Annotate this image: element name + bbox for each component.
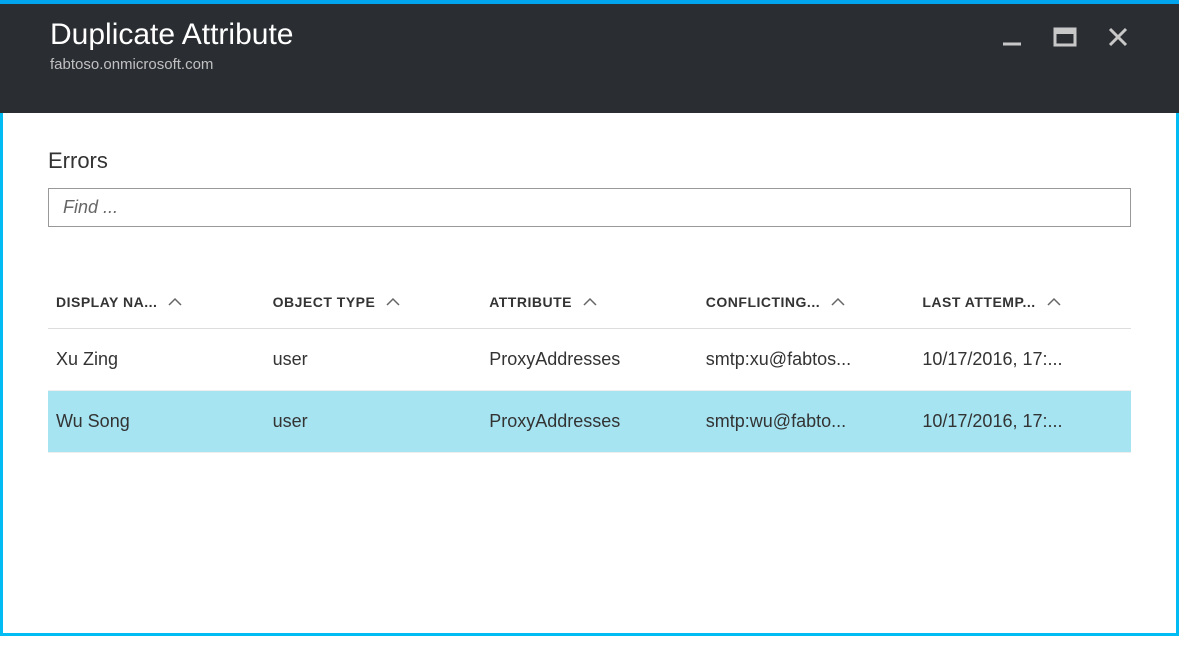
search-input[interactable] [48,188,1131,227]
column-header-last-attempt[interactable]: LAST ATTEMP... [922,294,1123,310]
column-label: CONFLICTING... [706,294,820,310]
page-subtitle: fabtoso.onmicrosoft.com [50,56,293,73]
chevron-up-icon [1046,294,1062,310]
cell-conflicting: smtp:xu@fabtos... [698,329,915,391]
column-header-attribute[interactable]: ATTRIBUTE [489,294,690,310]
errors-table: DISPLAY NA... OBJECT TYPE [48,282,1131,453]
cell-object-type: user [265,391,482,453]
header: Duplicate Attribute fabtoso.onmicrosoft.… [0,4,1179,113]
chevron-up-icon [830,294,846,310]
column-label: LAST ATTEMP... [922,294,1035,310]
table-row[interactable]: Wu Song user ProxyAddresses smtp:wu@fabt… [48,391,1131,453]
cell-attribute: ProxyAddresses [481,391,698,453]
column-header-conflicting[interactable]: CONFLICTING... [706,294,907,310]
minimize-button[interactable] [1001,26,1023,48]
column-label: DISPLAY NA... [56,294,157,310]
chevron-up-icon [167,294,183,310]
column-header-object-type[interactable]: OBJECT TYPE [273,294,474,310]
column-label: OBJECT TYPE [273,294,376,310]
close-button[interactable] [1107,26,1129,48]
section-title: Errors [48,148,1131,174]
cell-conflicting: smtp:wu@fabto... [698,391,915,453]
chevron-up-icon [385,294,401,310]
column-header-display-name[interactable]: DISPLAY NA... [56,294,257,310]
cell-attribute: ProxyAddresses [481,329,698,391]
column-label: ATTRIBUTE [489,294,572,310]
content-panel: Errors DISPLAY NA... OBJECT TYPE [0,113,1179,636]
table-header-row: DISPLAY NA... OBJECT TYPE [48,282,1131,329]
maximize-button[interactable] [1053,26,1077,48]
cell-last-attempt: 10/17/2016, 17:... [914,329,1131,391]
chevron-up-icon [582,294,598,310]
page-title: Duplicate Attribute [50,18,293,52]
cell-object-type: user [265,329,482,391]
window-controls [1001,18,1129,48]
table-row[interactable]: Xu Zing user ProxyAddresses smtp:xu@fabt… [48,329,1131,391]
cell-display-name: Wu Song [48,391,265,453]
cell-last-attempt: 10/17/2016, 17:... [914,391,1131,453]
header-text-block: Duplicate Attribute fabtoso.onmicrosoft.… [50,18,293,73]
cell-display-name: Xu Zing [48,329,265,391]
